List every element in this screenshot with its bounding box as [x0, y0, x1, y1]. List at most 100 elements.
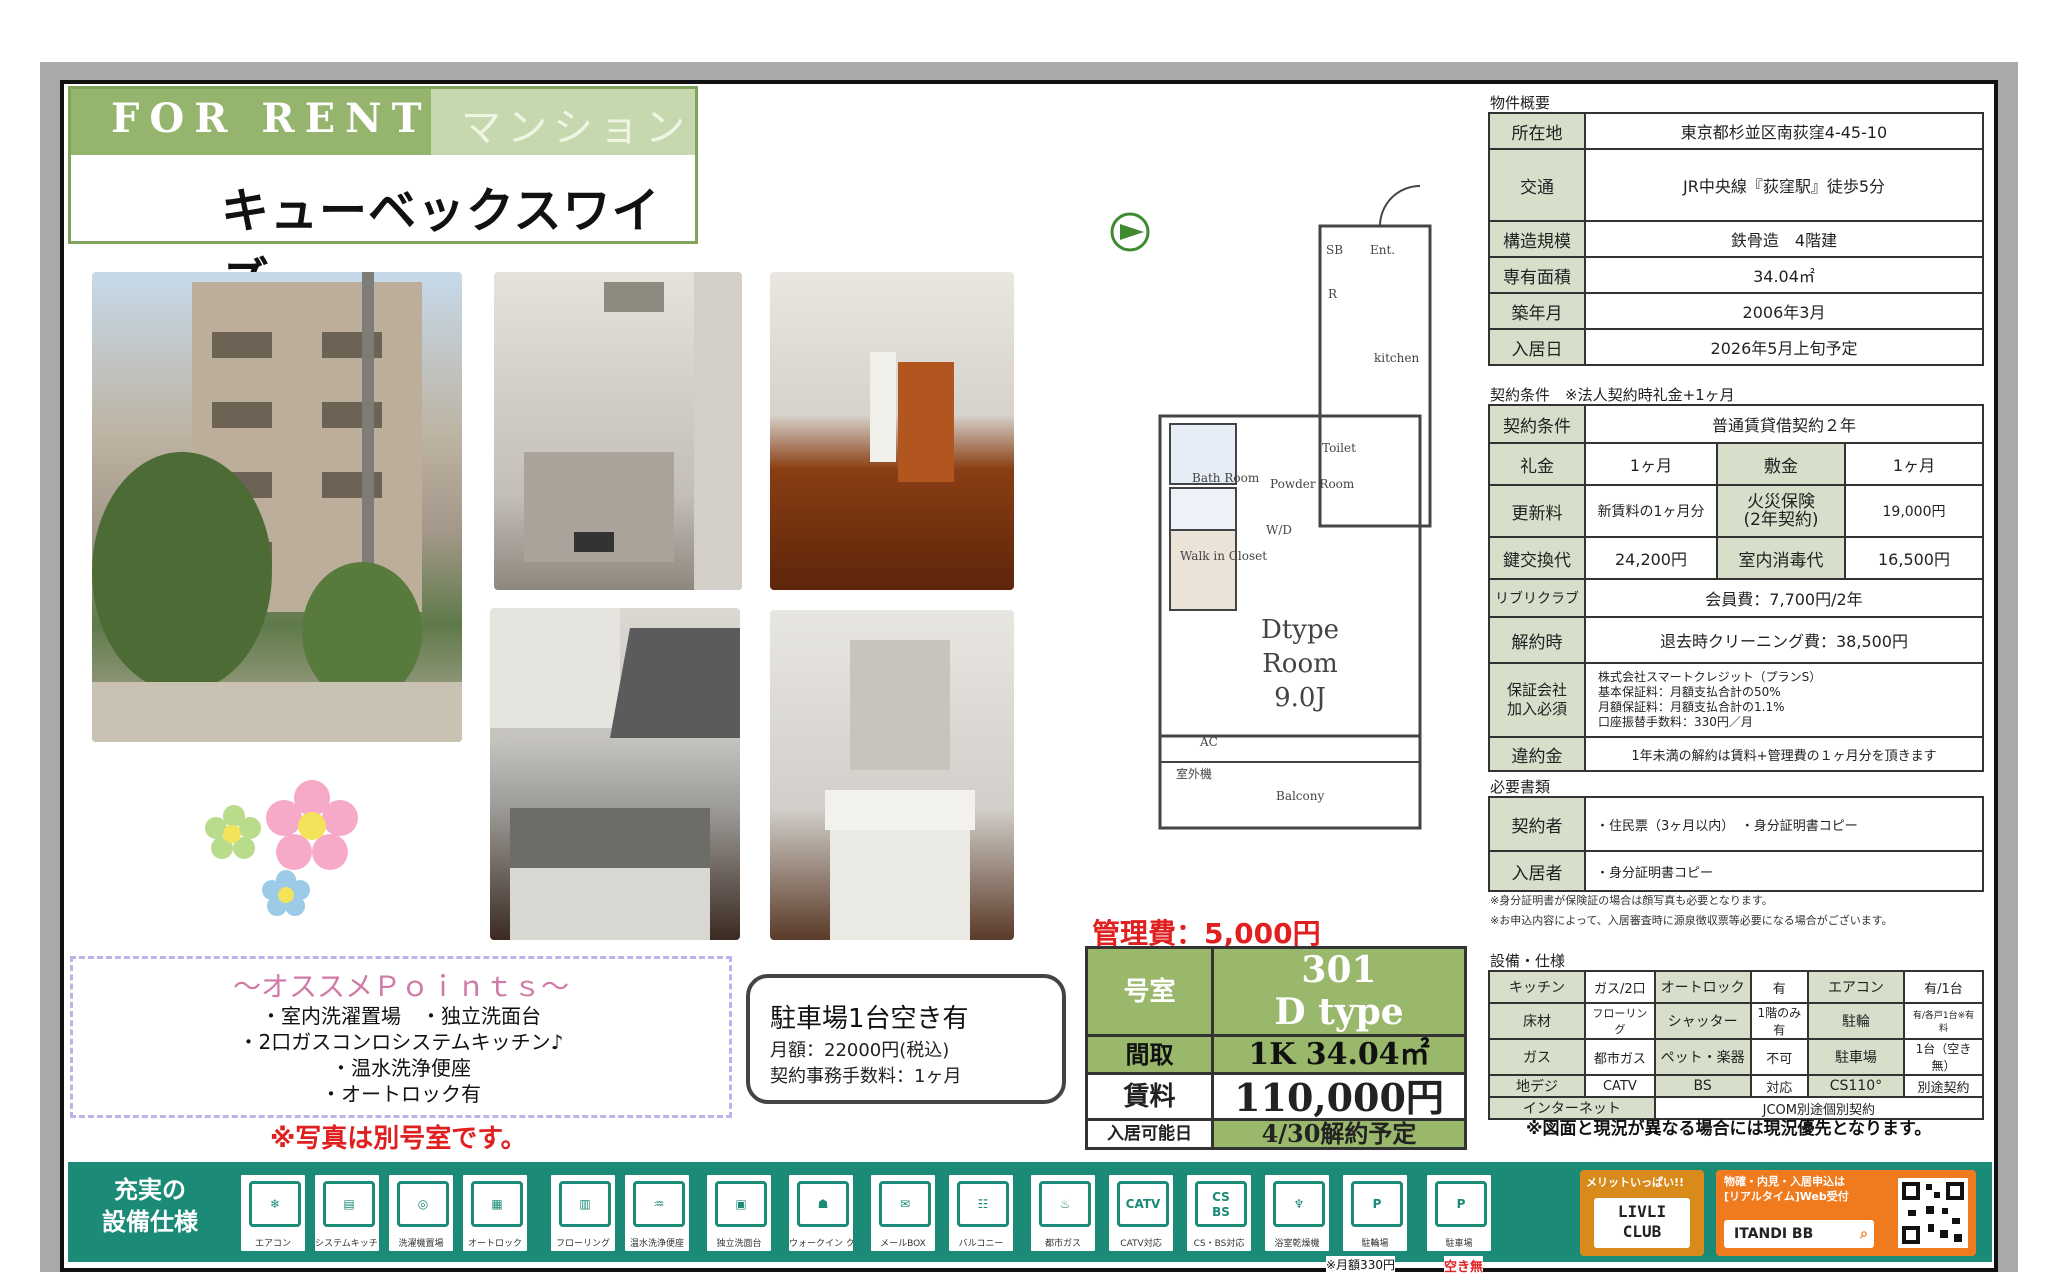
room-number-label: 号室	[1088, 949, 1214, 1037]
points-title: 〜オススメＰｏｉｎｔｓ〜	[232, 970, 569, 1003]
entrance-label: Ent.	[1370, 243, 1395, 257]
equip-cell: 対応	[1749, 1074, 1809, 1098]
rent-box: 号室 301 D type 間取 1K 34.04㎡ 賃料 110,000円 入…	[1085, 946, 1467, 1150]
property-type: マンション	[461, 105, 691, 151]
autolock-icon: ▦	[471, 1181, 523, 1227]
rent-label: 賃料	[1088, 1075, 1214, 1121]
qr-code[interactable]	[1898, 1178, 1968, 1248]
bathroom-photo	[494, 272, 742, 590]
cancellation-label: 解約時	[1488, 616, 1586, 664]
wd-label: W/D	[1266, 523, 1292, 537]
equip-cell: 有	[1749, 970, 1809, 1004]
access-label: 交通	[1488, 148, 1586, 222]
kitchen-icon: ▤	[323, 1181, 375, 1227]
equipment-heading: 設備・仕様	[1490, 952, 1566, 970]
livli-logo: LIVLI CLUB	[1594, 1198, 1690, 1248]
feature-washlet: ♒ 温水洗浄便座	[622, 1172, 692, 1254]
resident-label: 入居者	[1488, 850, 1586, 892]
rent-value: 110,000円	[1214, 1075, 1464, 1121]
sb-label: SB	[1326, 243, 1343, 257]
for-rent-label: FOR RENT	[111, 95, 432, 142]
room-number-box: 301 D type	[1214, 949, 1464, 1037]
shikikin-value: 1ヶ月	[1844, 442, 1984, 486]
equip-cell: CS110°	[1806, 1074, 1905, 1098]
bicycle-icon: P	[1351, 1181, 1403, 1227]
satellite-icon: CS BS	[1195, 1181, 1247, 1227]
contract-table: 契約条件 普通賃貸借契約２年 礼金 1ヶ月 敷金 1ヶ月 更新料 新賃料の1ヶ月分 火災保険…	[1488, 404, 1984, 772]
vanity-icon: ▣	[715, 1181, 767, 1227]
address-value: 東京都杉並区南荻窪4-45-10	[1584, 112, 1984, 150]
structure-value: 鉄骨造 4階建	[1584, 220, 1984, 258]
layout-label: 間取	[1088, 1037, 1214, 1075]
parking-commission: 契約事務手数料：1ヶ月	[770, 1066, 962, 1087]
move-in-value: 4/30解約予定	[1214, 1121, 1464, 1147]
room-type: D type	[1274, 991, 1404, 1033]
toilet-icon: ♒	[633, 1181, 685, 1227]
area-value: 34.04㎡	[1584, 256, 1984, 294]
feature-citygas: ♨ 都市ガス	[1028, 1172, 1098, 1254]
renewal-value: 新賃料の1ヶ月分	[1584, 484, 1718, 538]
equip-cell: キッチン	[1488, 970, 1586, 1004]
bath-label: Bath Room	[1192, 471, 1260, 485]
feature-bike: P 駐輪場	[1340, 1172, 1410, 1254]
features-title: 充実の 設備仕様	[102, 1176, 198, 1236]
equip-cell: 別途契約	[1902, 1074, 1985, 1098]
equip-cell: 地デジ	[1488, 1074, 1586, 1098]
itandi-label: ITANDI BB	[1734, 1226, 1814, 1242]
signer-label: 契約者	[1488, 796, 1586, 852]
overview-heading: 物件概要	[1490, 94, 1551, 112]
club-label: リブリクラブ	[1488, 578, 1586, 618]
equip-cell: 駐輪	[1806, 1002, 1905, 1040]
equip-cell: 都市ガス	[1584, 1038, 1656, 1076]
bath-dryer-icon: ♆	[1273, 1181, 1325, 1227]
built-value: 2006年3月	[1584, 292, 1984, 330]
built-label: 築年月	[1488, 292, 1586, 330]
key-exchange-label: 鍵交換代	[1488, 536, 1586, 580]
guarantor-line: 口座振替手数料：330円／月	[1598, 715, 1753, 729]
parking-vacancy-note: 空き無	[1444, 1256, 1484, 1275]
parking-info: 駐車場1台空き有 月額：22000円(税込) 契約事務手数料：1ヶ月	[746, 974, 1066, 1104]
livli-club-ad[interactable]: メリットいっぱい!! LIVLI CLUB	[1580, 1170, 1704, 1256]
gas-flame-icon: ♨	[1039, 1181, 1091, 1227]
feature-catv: CATV CATV対応	[1106, 1172, 1176, 1254]
docs-table: 契約者 ・住民票（3ヶ月以内） ・身分証明書コピー 入居者 ・身分証明書コピー	[1488, 796, 1984, 892]
equip-cell: シャッター	[1653, 1002, 1752, 1040]
balcony-icon: ☷	[957, 1181, 1009, 1227]
ac-label: AC	[1199, 735, 1218, 749]
move-in-date-label: 入居日	[1488, 328, 1586, 366]
itandi-search-box[interactable]: ITANDI BB ⌕	[1724, 1220, 1874, 1248]
overview-table: 所在地 東京都杉並区南荻窪4-45-10 交通 JR中央線『荻窪駅』徒歩5分 構造規…	[1488, 112, 1984, 366]
room-type-label: Dtype	[1261, 615, 1339, 645]
disinfection-label: 室内消毒代	[1716, 536, 1846, 580]
kitchen-photo	[490, 608, 740, 940]
signer-value: ・住民票（3ヶ月以内） ・身分証明書コピー	[1584, 796, 1984, 852]
room-photo	[770, 272, 1014, 590]
feature-bathdryer: ♆ 浴室乾燥機	[1262, 1172, 1332, 1254]
access-value: JR中央線『荻窪駅』徒歩5分	[1584, 148, 1984, 222]
title-box: FOR RENT マンション キューベックスワイズ	[68, 86, 698, 309]
photo-note: ※写真は別号室です。	[270, 1124, 527, 1154]
feature-csbs: CS BS CS・BS対応	[1184, 1172, 1254, 1254]
feature-parking: P 駐車場	[1424, 1172, 1494, 1254]
key-exchange-value: 24,200円	[1584, 536, 1718, 580]
guarantor-value: 株式会社スマートクレジット（プランS） 基本保証料：月額支払合計の50% 月額保…	[1584, 662, 1984, 738]
room-size-label: 9.0J	[1274, 683, 1326, 713]
docs-note-1: ※身分証明書が保険証の場合は顔写真も必要となります。	[1490, 894, 1773, 907]
itandi-ad[interactable]: 物確・内見・入居申込は [リアルタイム]Web受付 ITANDI BB ⌕	[1716, 1170, 1976, 1256]
guarantor-line: 株式会社スマートクレジット（プランS）	[1598, 670, 1822, 684]
guarantor-label: 保証会社 加入必須	[1488, 662, 1586, 738]
reikin-label: 礼金	[1488, 442, 1586, 486]
bike-fee-note: ※月額330円	[1326, 1256, 1395, 1273]
room-label: Room	[1262, 649, 1338, 679]
r-label: R	[1328, 287, 1338, 301]
point-item: ・温水洗浄便座	[331, 1056, 471, 1080]
search-icon: ⌕	[1860, 1226, 1868, 1242]
fire-insurance-label: 火災保険 (2年契約)	[1716, 484, 1846, 538]
shikikin-label: 敷金	[1716, 442, 1846, 486]
recommended-points: 〜オススメＰｏｉｎｔｓ〜 ・室内洗濯置場 ・独立洗面台 ・2口ガスコンロシステム…	[70, 956, 732, 1118]
feature-mailbox: ✉ メールBOX	[868, 1172, 938, 1254]
contract-type-value: 普通賃貸借契約２年	[1584, 404, 1984, 444]
equip-cell: ガス/2口	[1584, 970, 1656, 1004]
equip-cell: BS	[1653, 1074, 1752, 1098]
flooring-icon: ▥	[559, 1181, 611, 1227]
